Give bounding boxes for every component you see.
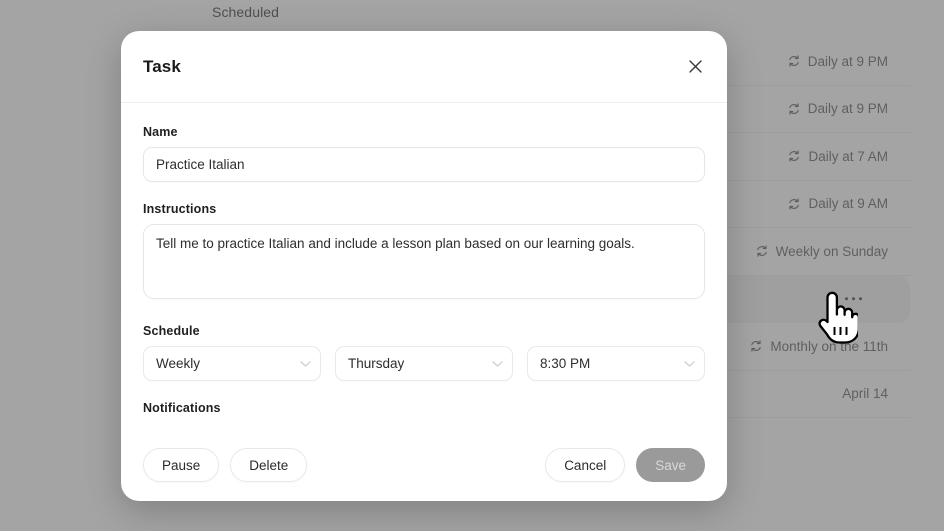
day-select[interactable]: Thursday bbox=[335, 346, 513, 381]
name-field-group: Name bbox=[143, 125, 705, 182]
day-select-wrap: Thursday bbox=[335, 346, 513, 381]
pause-button[interactable]: Pause bbox=[143, 448, 220, 482]
cancel-button[interactable]: Cancel bbox=[545, 448, 626, 482]
name-input[interactable] bbox=[143, 147, 705, 182]
time-select[interactable]: 8:30 PM bbox=[527, 346, 705, 381]
modal-footer: Pause Delete Cancel Save bbox=[121, 429, 727, 501]
schedule-controls: Weekly Thursday 8:30 PM bbox=[143, 346, 705, 381]
name-label: Name bbox=[143, 125, 178, 139]
modal-title: Task bbox=[143, 56, 181, 76]
modal-body: Name Instructions Schedule Weekly bbox=[121, 103, 727, 429]
delete-button[interactable]: Delete bbox=[230, 448, 308, 482]
frequency-select[interactable]: Weekly bbox=[143, 346, 321, 381]
screen: Scheduled Daily at 9 PMDaily at 9 PMDail… bbox=[0, 0, 944, 531]
instructions-label: Instructions bbox=[143, 202, 217, 216]
frequency-value: Weekly bbox=[156, 356, 201, 371]
modal-header: Task bbox=[121, 31, 727, 103]
frequency-select-wrap: Weekly bbox=[143, 346, 321, 381]
instructions-field-group: Instructions bbox=[143, 202, 705, 304]
notifications-label: Notifications bbox=[143, 401, 221, 415]
close-button[interactable] bbox=[682, 54, 708, 80]
save-button[interactable]: Save bbox=[636, 448, 705, 482]
instructions-textarea[interactable] bbox=[143, 224, 705, 299]
schedule-label: Schedule bbox=[143, 324, 200, 338]
schedule-field-group: Schedule Weekly Thursday 8:30 PM bbox=[143, 324, 705, 381]
time-value: 8:30 PM bbox=[540, 356, 591, 371]
time-select-wrap: 8:30 PM bbox=[527, 346, 705, 381]
notifications-field-group: Notifications bbox=[143, 401, 705, 415]
footer-left-actions: Pause Delete bbox=[143, 448, 308, 482]
close-icon bbox=[688, 59, 703, 74]
task-modal: Task Name Instructions Schedu bbox=[121, 31, 727, 501]
day-value: Thursday bbox=[348, 356, 405, 371]
footer-right-actions: Cancel Save bbox=[545, 448, 705, 482]
